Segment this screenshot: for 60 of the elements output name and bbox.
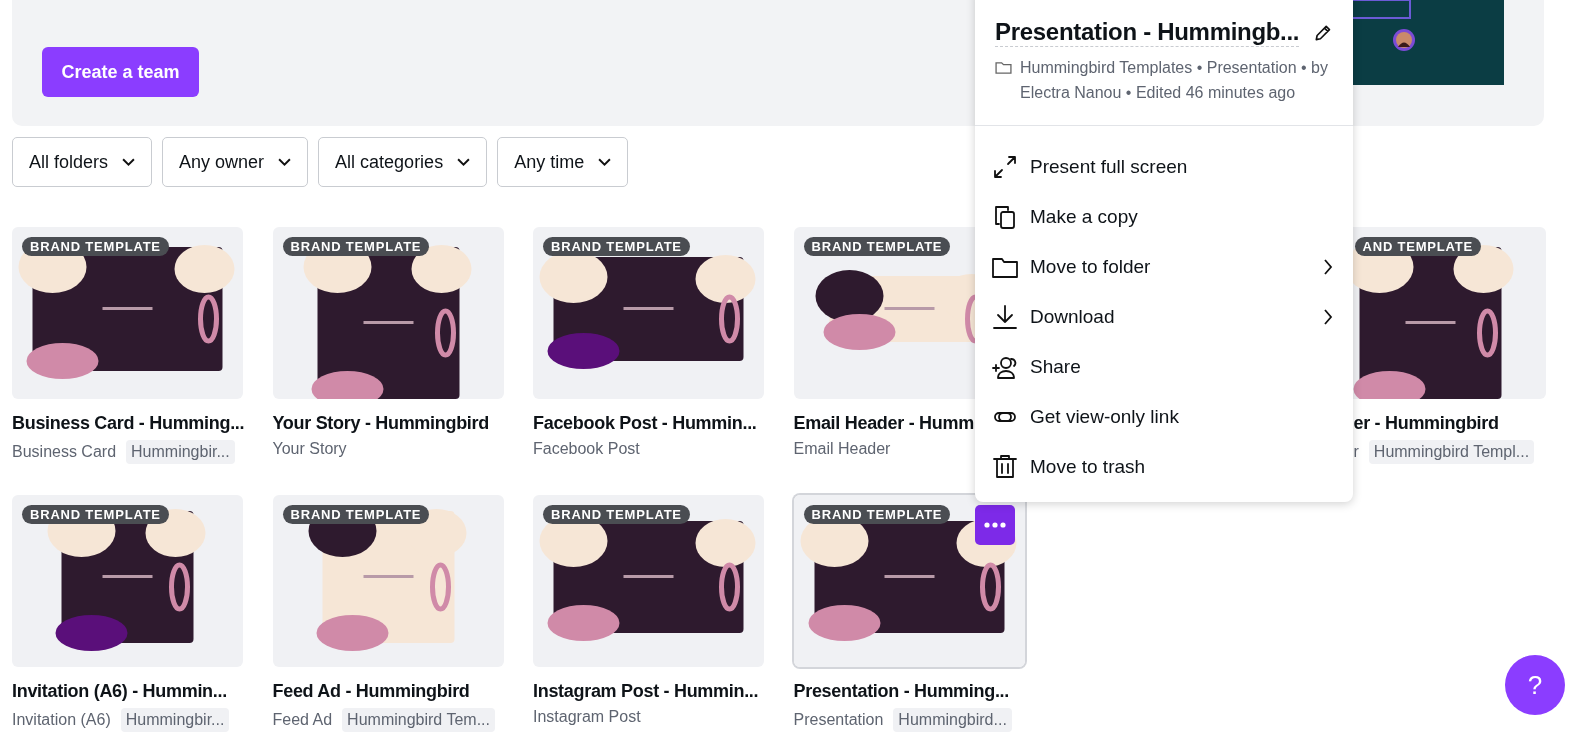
help-button[interactable]: ? xyxy=(1505,655,1565,715)
filter-dropdown[interactable]: Any owner xyxy=(162,137,309,187)
chevron-down-icon xyxy=(278,157,292,167)
people-plus-icon xyxy=(992,354,1018,380)
design-card[interactable]: BRAND TEMPLATE xyxy=(533,495,764,667)
copy-icon xyxy=(992,204,1018,230)
brand-template-badge: BRAND TEMPLATE xyxy=(282,237,430,256)
design-card[interactable]: BRAND TEMPLATE xyxy=(272,227,504,399)
filter-dropdown[interactable]: All folders xyxy=(12,137,153,187)
create-team-button[interactable]: Create a team xyxy=(42,47,199,97)
design-type: Feed Ad xyxy=(272,711,333,729)
design-type: Email Header xyxy=(793,440,891,458)
design-type: r xyxy=(1353,443,1359,461)
brand-template-badge: BRAND TEMPLATE xyxy=(543,505,690,524)
menu-item[interactable]: Present full screen xyxy=(975,142,1353,192)
brand-template-badge: BRAND TEMPLATE xyxy=(803,505,951,524)
design-card[interactable]: BRAND TEMPLATE xyxy=(272,495,504,667)
design-type: Instagram Post xyxy=(533,708,641,726)
folder-icon xyxy=(995,61,1012,74)
design-title[interactable]: Feed Ad - Hummingbird xyxy=(272,681,504,702)
design-title[interactable]: Your Story - Hummingbird xyxy=(272,413,504,434)
design-type: Facebook Post xyxy=(533,440,640,458)
design-title[interactable]: Presentation - Humming... xyxy=(793,681,1025,702)
design-title[interactable]: Business Card - Humming... xyxy=(12,413,243,434)
design-type: Your Story xyxy=(272,440,347,458)
menu-item[interactable]: Move to trash xyxy=(975,442,1353,492)
design-card[interactable]: BRAND TEMPLATE xyxy=(12,495,243,667)
design-type: Presentation xyxy=(793,711,884,729)
filter-dropdown[interactable]: All categories xyxy=(318,137,488,187)
folder-tag[interactable]: Hummingbird... xyxy=(893,708,1012,732)
trash-icon xyxy=(992,454,1018,480)
folder-tag[interactable]: Hummingbir... xyxy=(126,440,235,464)
folder-tag[interactable]: Hummingbird Tem... xyxy=(342,708,495,732)
brand-template-badge: BRAND TEMPLATE xyxy=(543,237,690,256)
design-details: Hummingbird Templates • Presentation • by Electra Nanou • Edited 46 minutes ago xyxy=(1020,58,1329,103)
brand-template-badge: BRAND TEMPLATE xyxy=(803,237,951,256)
download-icon xyxy=(992,304,1018,330)
chevron-down-icon xyxy=(457,157,471,167)
brand-template-badge: BRAND TEMPLATE xyxy=(22,237,169,256)
design-title[interactable]: Facebook Post - Hummin... xyxy=(533,413,764,434)
expand-icon xyxy=(992,154,1018,180)
design-title[interactable]: er - Hummingbird xyxy=(1353,413,1546,434)
design-card[interactable]: BRAND TEMPLATE xyxy=(12,227,243,399)
design-card[interactable]: BRAND TEMPLATE xyxy=(793,495,1025,667)
chevron-down-icon xyxy=(122,157,136,167)
brand-template-badge: BRAND TEMPLATE xyxy=(22,505,169,524)
design-type: Invitation (A6) xyxy=(12,711,111,729)
more-button[interactable] xyxy=(974,505,1015,545)
folder-tag[interactable]: Hummingbird Templ... xyxy=(1368,440,1535,464)
design-title-field[interactable]: Presentation - Hummingb... xyxy=(995,18,1300,47)
filter-dropdown[interactable]: Any time xyxy=(497,137,629,187)
brand-template-badge: BRAND TEMPLATE xyxy=(282,505,430,524)
design-card[interactable]: BRAND TEMPLATE xyxy=(533,227,764,399)
dots-icon xyxy=(983,522,1006,528)
design-title[interactable]: Invitation (A6) - Hummin... xyxy=(12,681,243,702)
design-title[interactable]: Instagram Post - Hummin... xyxy=(533,681,764,702)
design-type: Business Card xyxy=(12,443,117,461)
brand-template-badge: AND TEMPLATE xyxy=(1354,237,1481,256)
chevron-down-icon xyxy=(598,157,612,167)
folder-tag[interactable]: Hummingbir... xyxy=(120,708,230,732)
